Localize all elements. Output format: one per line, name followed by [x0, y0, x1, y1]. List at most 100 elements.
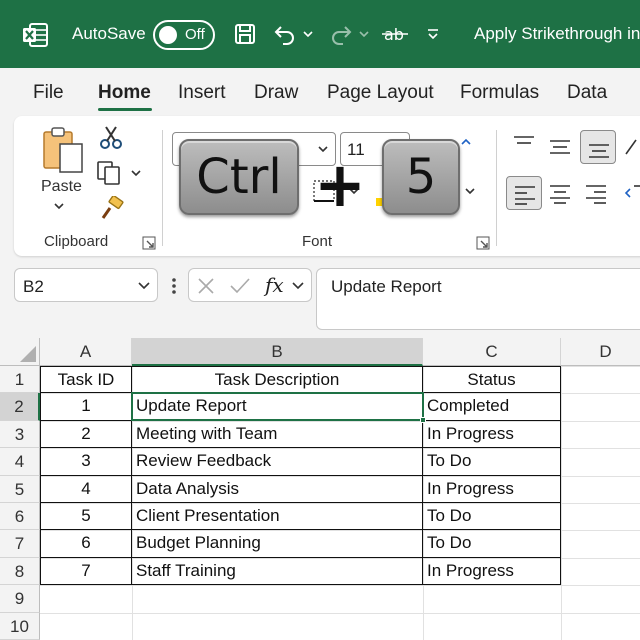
cell-task-description[interactable]: Client Presentation	[132, 503, 423, 530]
copy-icon[interactable]	[96, 160, 124, 186]
font-color-dropdown-icon[interactable]	[464, 186, 476, 196]
tab-file[interactable]: File	[33, 82, 64, 104]
cell-status[interactable]: In Progress	[423, 421, 561, 448]
toggle-knob	[159, 26, 177, 44]
middle-align-icon[interactable]	[548, 136, 572, 158]
col-header-d[interactable]: D	[561, 338, 640, 366]
cell-task-description[interactable]: Review Feedback	[132, 448, 423, 476]
cell-task-description[interactable]: Data Analysis	[132, 476, 423, 503]
format-painter-icon[interactable]	[98, 196, 124, 222]
tab-page-layout[interactable]: Page Layout	[327, 82, 434, 104]
copy-dropdown-icon[interactable]	[130, 168, 142, 178]
formula-value: Update Report	[331, 277, 442, 296]
cut-icon[interactable]	[98, 124, 124, 150]
col-header-a[interactable]: A	[40, 338, 132, 366]
col-header-c[interactable]: C	[423, 338, 561, 366]
function-dropdown-icon[interactable]	[291, 281, 305, 291]
align-right-icon[interactable]	[584, 182, 608, 204]
top-align-icon[interactable]	[512, 132, 536, 154]
save-icon[interactable]	[232, 20, 258, 48]
decrease-indent-icon[interactable]	[622, 182, 640, 204]
cell-task-id[interactable]: 4	[40, 476, 132, 503]
align-left-icon	[515, 186, 535, 205]
row-header[interactable]: 4	[0, 448, 40, 476]
redo-dropdown-icon[interactable]	[356, 20, 372, 48]
cell-status[interactable]: Completed	[423, 393, 561, 421]
toggle-state: Off	[185, 26, 205, 43]
cell-task-description[interactable]: Meeting with Team	[132, 421, 423, 448]
cell-task-id[interactable]: 5	[40, 503, 132, 530]
bottom-align-button[interactable]	[580, 130, 616, 164]
name-box-dropdown-icon[interactable]	[137, 281, 151, 291]
cell-task-id[interactable]: 6	[40, 530, 132, 558]
row-header[interactable]: 7	[0, 530, 40, 558]
cancel-icon[interactable]	[197, 277, 215, 295]
window-title: Apply Strikethrough in Excel	[474, 24, 640, 43]
name-box-value: B2	[23, 277, 44, 296]
header-cell-task-description[interactable]: Task Description	[132, 366, 423, 393]
cell-task-id[interactable]: 3	[40, 448, 132, 476]
col-header-b[interactable]: B	[132, 338, 423, 366]
paste-label[interactable]: Paste	[41, 178, 82, 196]
group-separator	[496, 130, 497, 246]
enter-icon[interactable]	[229, 277, 251, 295]
formula-buttons: fx	[188, 268, 312, 302]
align-left-button[interactable]	[506, 176, 542, 210]
cell-task-id[interactable]: 1	[40, 393, 132, 421]
row-header[interactable]: 1	[0, 366, 40, 393]
ribbon-tabs: File Home Insert Draw Page Layout Formul…	[0, 68, 640, 114]
autosave-toggle[interactable]: Off	[153, 20, 215, 50]
header-cell-task-id[interactable]: Task ID	[40, 366, 132, 393]
more-options-icon[interactable]	[170, 276, 178, 296]
tab-data[interactable]: Data	[567, 82, 607, 104]
paste-icon[interactable]	[40, 126, 88, 176]
redo-icon[interactable]	[328, 20, 354, 48]
cell-status[interactable]: In Progress	[423, 476, 561, 503]
tab-draw[interactable]: Draw	[254, 82, 298, 104]
insert-function-icon[interactable]: fx	[265, 273, 284, 297]
name-box[interactable]: B2	[14, 268, 158, 302]
select-all-icon	[20, 346, 36, 362]
tab-home[interactable]: Home	[98, 82, 151, 104]
autosave-label: AutoSave	[72, 24, 146, 43]
row-header[interactable]: 5	[0, 476, 40, 503]
undo-dropdown-icon[interactable]	[300, 20, 316, 48]
row-header[interactable]: 2	[0, 393, 40, 421]
row-header[interactable]: 10	[0, 613, 40, 640]
orientation-icon[interactable]	[622, 134, 640, 158]
excel-window: AutoSave Off ab Apply Strikethrough in E…	[0, 0, 640, 640]
cell-task-description[interactable]: Budget Planning	[132, 530, 423, 558]
active-tab-indicator	[98, 108, 152, 111]
header-cell-status[interactable]: Status	[423, 366, 561, 393]
cell-status[interactable]: To Do	[423, 448, 561, 476]
row-header[interactable]: 6	[0, 503, 40, 530]
cell-task-id[interactable]: 2	[40, 421, 132, 448]
formula-input[interactable]: Update Report	[316, 268, 640, 330]
cell-status[interactable]: To Do	[423, 530, 561, 558]
align-center-icon[interactable]	[548, 182, 572, 204]
tab-insert[interactable]: Insert	[178, 82, 226, 104]
font-launcher-icon[interactable]	[476, 236, 490, 250]
cell-task-description[interactable]: Staff Training	[132, 558, 423, 585]
row-header[interactable]: 8	[0, 558, 40, 585]
select-all-corner[interactable]	[0, 338, 40, 366]
row-header[interactable]: 9	[0, 585, 40, 613]
cell-task-id[interactable]: 7	[40, 558, 132, 585]
gridline	[40, 585, 640, 586]
cell-status[interactable]: To Do	[423, 503, 561, 530]
customize-toolbar-icon[interactable]	[424, 20, 442, 48]
fill-handle[interactable]	[420, 417, 426, 423]
plus-sign: +	[314, 148, 366, 221]
strikethrough-icon[interactable]: ab	[380, 20, 410, 48]
bottom-align-icon	[589, 144, 609, 158]
tab-formulas[interactable]: Formulas	[460, 82, 539, 104]
excel-logo-icon[interactable]	[22, 22, 48, 48]
undo-icon[interactable]	[272, 20, 298, 48]
cell-status[interactable]: In Progress	[423, 558, 561, 585]
font-group-label: Font	[302, 233, 333, 250]
row-header[interactable]: 3	[0, 421, 40, 448]
paste-dropdown-icon[interactable]	[52, 200, 66, 212]
five-keycap: 5	[382, 139, 460, 215]
clipboard-launcher-icon[interactable]	[142, 236, 156, 250]
gridline	[561, 366, 562, 640]
